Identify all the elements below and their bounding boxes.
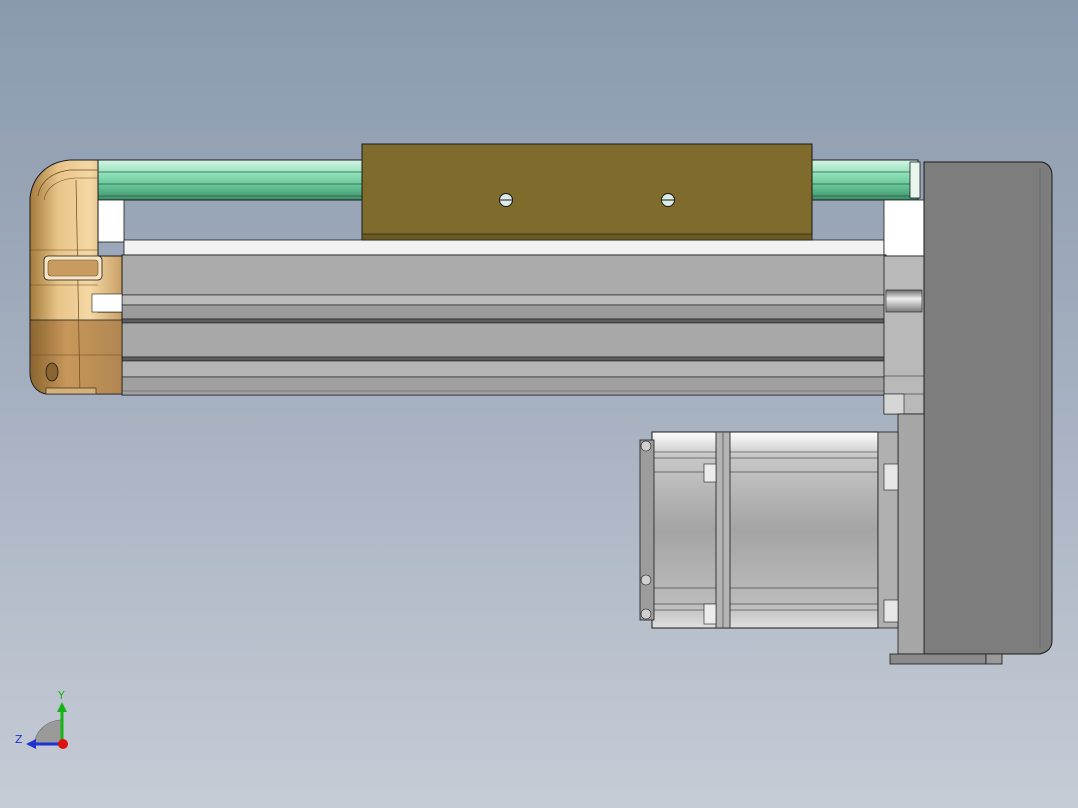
z-arrow-icon xyxy=(26,739,36,749)
y-arrow-icon xyxy=(57,702,67,712)
x-axis-point-icon xyxy=(58,739,68,749)
drive-end-block[interactable] xyxy=(883,255,925,415)
z-axis-label: Z xyxy=(15,733,23,746)
screw-head-right-icon xyxy=(661,193,675,207)
carriage-block[interactable] xyxy=(361,143,813,241)
servo-motor[interactable] xyxy=(639,431,899,629)
y-axis-label: Y xyxy=(57,689,65,702)
screw-head-left-icon xyxy=(499,193,513,207)
graphics-viewport[interactable]: Y Z xyxy=(0,0,1078,808)
triad-plane-icon xyxy=(33,719,63,745)
actuator-housing[interactable] xyxy=(121,254,887,396)
cad-model-view[interactable]: Y Z xyxy=(0,0,1078,808)
reference-triad[interactable]: Y Z xyxy=(15,689,68,749)
